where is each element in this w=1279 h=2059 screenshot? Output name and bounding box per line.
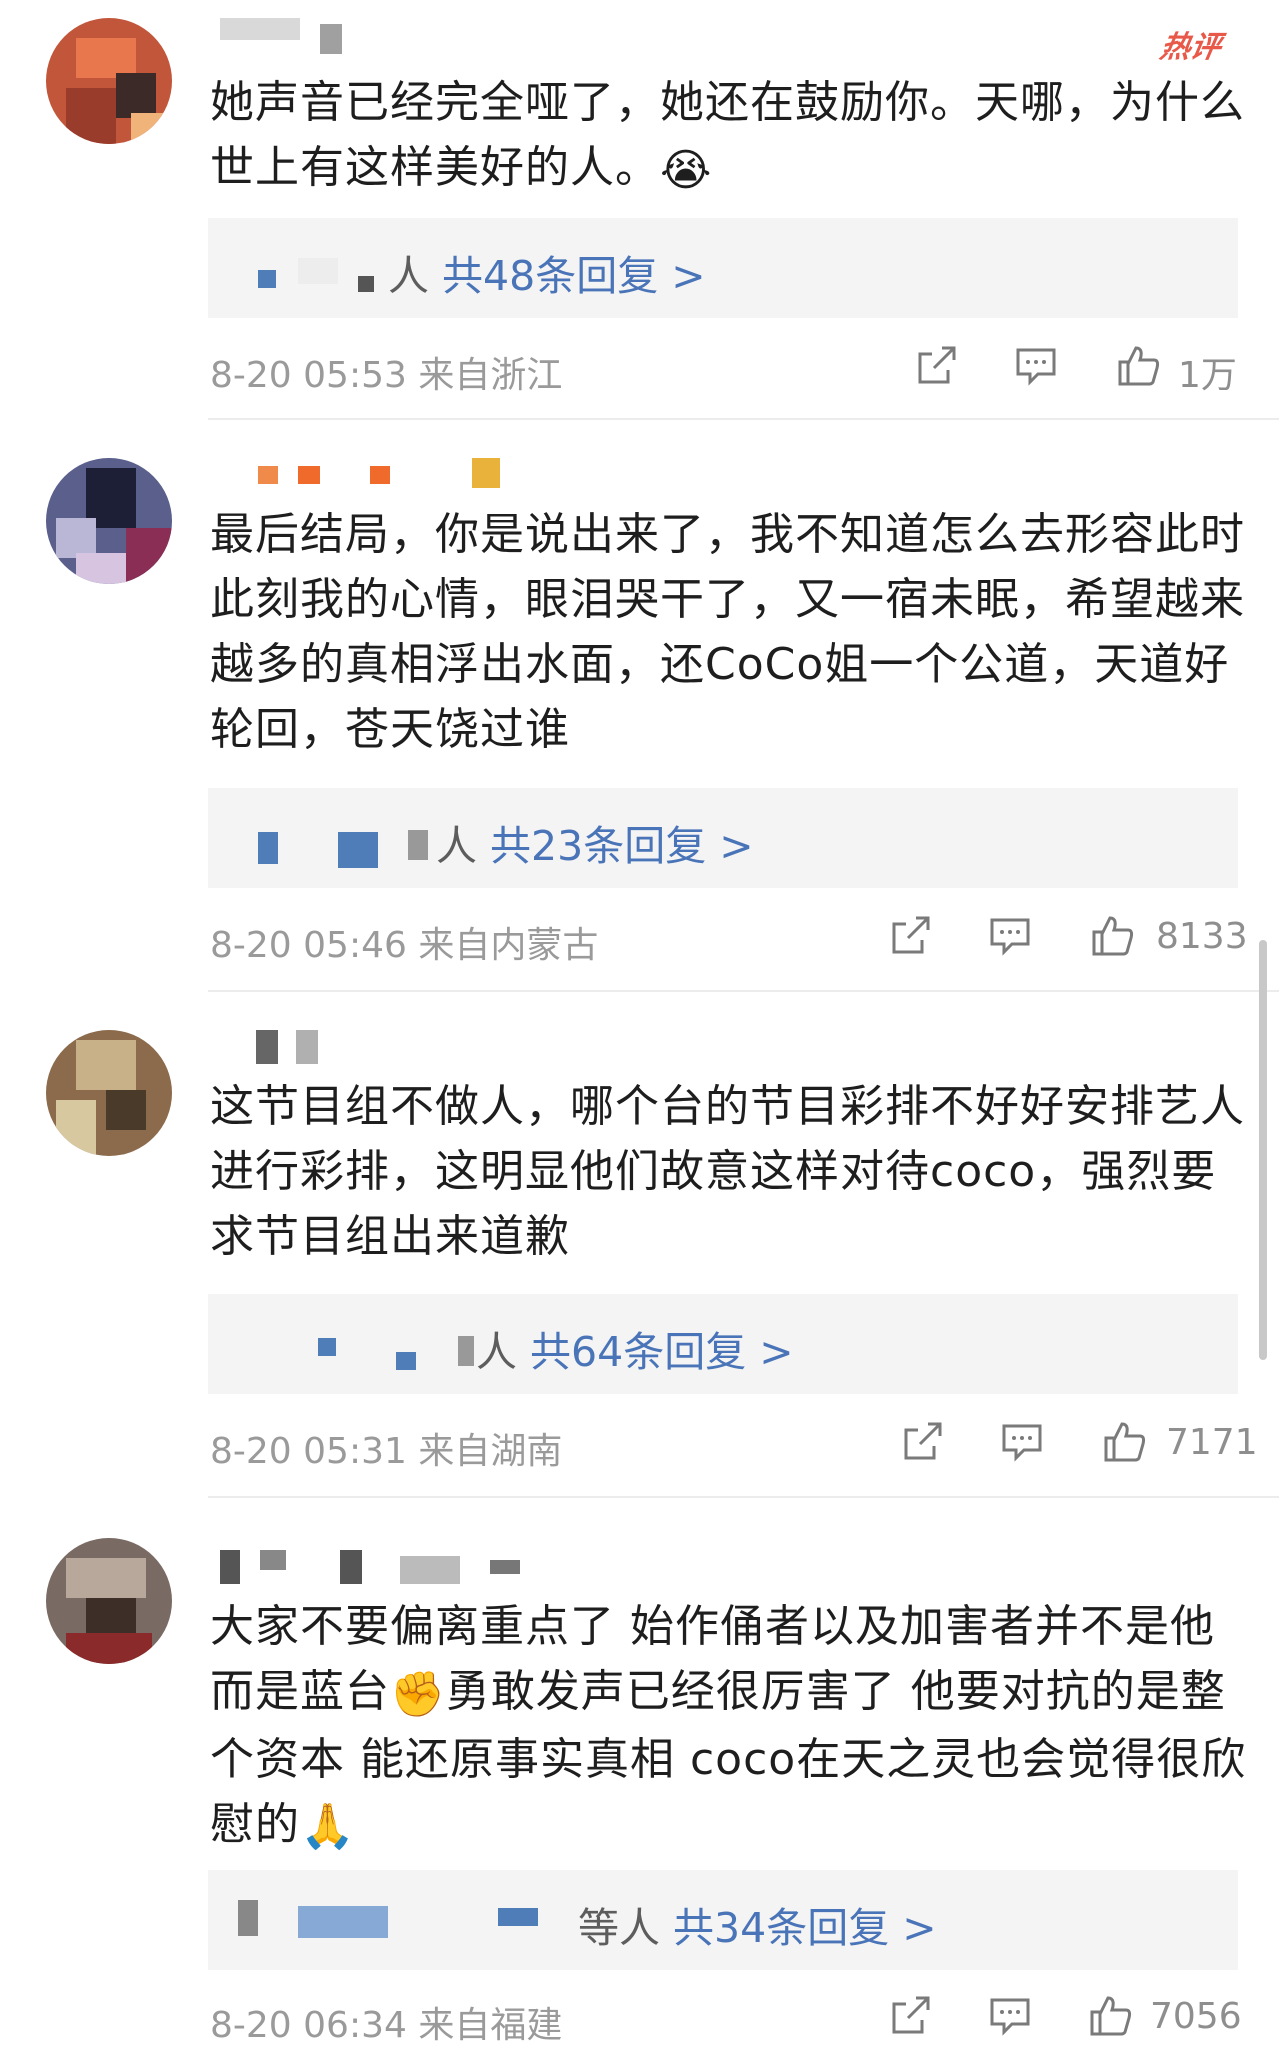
reply-summary[interactable]: 等人 共34条回复 > [208, 1870, 1238, 1970]
reply-users: 等人 [578, 1904, 660, 1952]
divider [208, 418, 1279, 420]
reply-count-link[interactable]: 共23条回复 > [490, 822, 754, 870]
username[interactable] [210, 458, 500, 494]
reply-count-link[interactable]: 共34条回复 > [673, 1904, 937, 1952]
reply-users: 人 [388, 252, 429, 300]
comment-text: 大家不要偏离重点了 始作俑者以及加害者并不是他而是蓝台✊勇敢发声已经很厉害了 他… [210, 1594, 1250, 1859]
comment-icon[interactable] [998, 1418, 1046, 1466]
avatar[interactable] [46, 458, 172, 584]
comment-meta: 8-20 05:46 来自内蒙古 [210, 925, 599, 966]
share-icon[interactable] [912, 342, 960, 390]
divider [208, 1496, 1279, 1498]
thumbs-up-icon[interactable] [1100, 1418, 1148, 1466]
reply-summary[interactable]: 人 共48条回复 > [208, 218, 1238, 318]
scrollbar[interactable] [1259, 940, 1267, 1360]
share-icon[interactable] [886, 1992, 934, 2040]
comment-meta: 8-20 05:31 来自湖南 [210, 1431, 563, 1472]
share-icon[interactable] [886, 912, 934, 960]
comment-meta: 8-20 05:53 来自浙江 [210, 355, 563, 396]
share-icon[interactable] [898, 1418, 946, 1466]
username[interactable] [210, 18, 360, 54]
reply-count-link[interactable]: 共64条回复 > [530, 1328, 794, 1376]
hot-comments-badge: 热评 [1157, 30, 1224, 65]
reply-users: 人 [436, 822, 477, 870]
like-count: 8133 [1156, 916, 1248, 957]
reply-count-link[interactable]: 共48条回复 > [442, 252, 706, 300]
avatar[interactable] [46, 1538, 172, 1664]
comment-meta: 8-20 06:34 来自福建 [210, 2005, 563, 2046]
like-count: 7171 [1166, 1422, 1258, 1463]
username[interactable] [210, 1030, 320, 1066]
divider [208, 990, 1279, 992]
comment-icon[interactable] [986, 1992, 1034, 2040]
comment-text: 她声音已经完全哑了，她还在鼓励你。天哪，为什么世上有这样美好的人。😭 [210, 70, 1250, 203]
reply-summary[interactable]: 人 共64条回复 > [208, 1294, 1238, 1394]
reply-summary[interactable]: 人 共23条回复 > [208, 788, 1238, 888]
thumbs-up-icon[interactable] [1088, 912, 1136, 960]
comment-icon[interactable] [1012, 342, 1060, 390]
avatar[interactable] [46, 1030, 172, 1156]
folded-hands-emoji: 🙏 [300, 1801, 356, 1852]
thumbs-up-icon[interactable] [1114, 342, 1162, 390]
comment-icon[interactable] [986, 912, 1034, 960]
avatar[interactable] [46, 18, 172, 144]
reply-users: 人 [476, 1328, 517, 1376]
username[interactable] [210, 1550, 570, 1586]
like-count: 1万 [1178, 355, 1237, 396]
comment-text: 最后结局，你是说出来了，我不知道怎么去形容此时此刻我的心情，眼泪哭干了，又一宿未… [210, 509, 1245, 755]
crying-face-emoji: 😭 [660, 144, 713, 196]
raised-fist-emoji: ✊ [390, 1668, 446, 1720]
comment-text: 这节目组不做人，哪个台的节目彩排不好好安排艺人进行彩排，这明显他们故意这样对待c… [210, 1081, 1245, 1262]
like-count: 7056 [1150, 1996, 1242, 2037]
thumbs-up-icon[interactable] [1086, 1992, 1134, 2040]
